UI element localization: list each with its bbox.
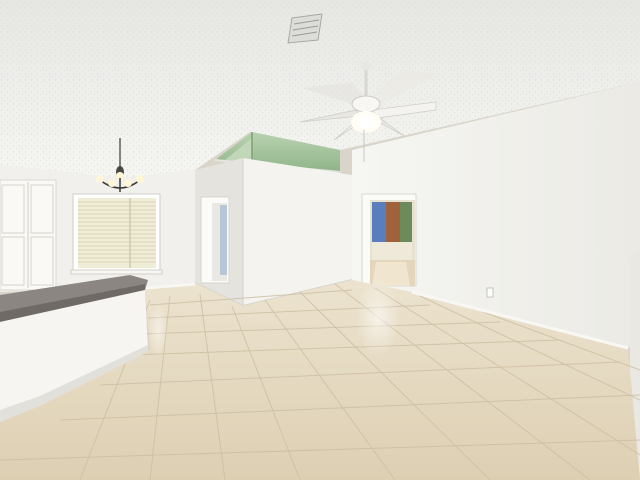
outlet — [486, 287, 494, 298]
window-with-blinds — [70, 193, 163, 275]
doorway-to-next-room — [361, 193, 417, 287]
pantry-cabinet — [0, 179, 57, 291]
hallway-door — [200, 196, 230, 284]
ceiling-vent — [287, 13, 323, 44]
room-photo — [0, 0, 640, 480]
